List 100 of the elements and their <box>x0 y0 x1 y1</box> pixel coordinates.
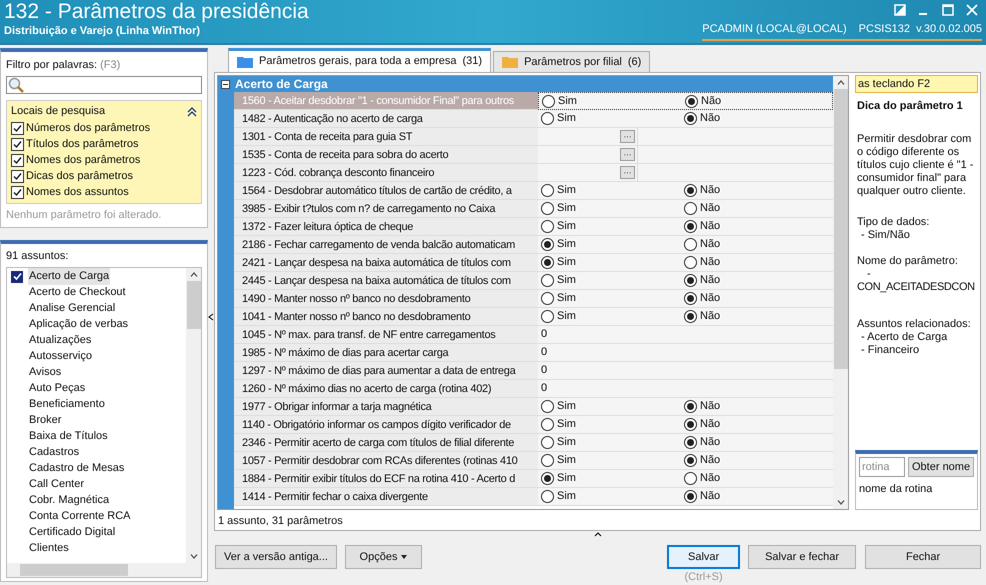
scrollbar-thumb[interactable] <box>834 89 848 369</box>
subject-item[interactable]: Cadastro de Mesas <box>28 460 126 477</box>
parameter-label[interactable]: 2186 - Fechar carregamento de venda balcão automaticam <box>234 236 538 254</box>
radio-button[interactable] <box>684 238 697 251</box>
maximize-icon[interactable] <box>942 4 954 16</box>
radio-button[interactable] <box>684 400 697 413</box>
parameter-label[interactable]: 1260 - Nº máximo dias no acerto de carga (rotina 402) <box>234 380 538 398</box>
lookup-button[interactable]: ··· <box>620 130 635 143</box>
subject-item[interactable]: Acerto de Carga <box>28 268 110 285</box>
parameter-label[interactable]: 1490 - Manter nosso nº banco no desdobramento <box>234 290 538 308</box>
vertical-scrollbar[interactable] <box>186 268 201 563</box>
tab[interactable]: Parâmetros gerais, para toda a empresa (31) <box>228 48 492 72</box>
radio-button[interactable] <box>684 256 697 269</box>
subject-item[interactable]: Cadastros <box>28 444 80 461</box>
subject-item[interactable]: Baixa de Títulos <box>28 428 109 445</box>
parameter-label[interactable]: 1482 - Autenticação no acerto de carga <box>234 110 538 128</box>
radio-button[interactable] <box>541 400 554 413</box>
checkbox[interactable] <box>11 154 24 167</box>
parameter-label[interactable]: 1041 - Manter nosso nº banco no desdobramento <box>234 308 538 326</box>
radio-button[interactable] <box>541 256 554 269</box>
subject-item[interactable]: Auto Peças <box>28 380 86 397</box>
radio-button[interactable] <box>684 220 697 233</box>
parameter-label[interactable]: 1045 - Nº max. para transf. de NF entre carregamentos <box>234 326 538 344</box>
scroll-up-icon[interactable] <box>836 80 844 85</box>
radio-button[interactable] <box>685 94 698 108</box>
filter-field[interactable] <box>6 76 202 94</box>
parameter-label[interactable]: 1140 - Obrigatório informar os campos dígito verificador de <box>234 416 538 434</box>
checkbox[interactable] <box>11 122 24 135</box>
radio-button[interactable] <box>541 418 554 431</box>
parameter-label[interactable]: 1223 - Cód. cobrança desconto financeiro <box>234 164 538 182</box>
get-name-button[interactable]: Obter nome <box>908 457 974 477</box>
restore-icon[interactable] <box>894 4 906 16</box>
radio-button[interactable] <box>684 184 697 197</box>
parameter-label[interactable]: 1414 - Permitir fechar o caixa divergente <box>234 488 538 506</box>
parameter-label[interactable]: 1372 - Fazer leitura óptica de cheque <box>234 218 538 236</box>
radio-button[interactable] <box>684 274 697 287</box>
radio-button[interactable] <box>684 490 697 503</box>
radio-button[interactable] <box>541 112 554 125</box>
parameter-label[interactable]: 2445 - Lançar despesa na baixa automática de títulos com <box>234 272 538 290</box>
close-icon[interactable] <box>966 4 978 16</box>
save-button[interactable]: Salvar <box>667 545 740 569</box>
subject-item[interactable]: Beneficiamento <box>28 396 106 413</box>
radio-button[interactable] <box>541 472 554 485</box>
parameter-label[interactable]: 1564 - Desdobrar automático títulos de cartão de crédito, a <box>234 182 538 200</box>
lookup-button[interactable]: ··· <box>620 148 635 161</box>
scroll-up-icon[interactable] <box>190 272 198 276</box>
collapse-icon[interactable] <box>187 106 197 116</box>
radio-button[interactable] <box>541 202 554 215</box>
radio-button[interactable] <box>542 94 555 108</box>
radio-button[interactable] <box>541 490 554 503</box>
collapse-left-icon[interactable] <box>208 312 214 320</box>
old-version-button[interactable]: Ver a versão antiga... <box>215 545 337 569</box>
tab[interactable]: Parâmetros por filial (6) <box>493 51 650 72</box>
radio-button[interactable] <box>684 202 697 215</box>
subject-item[interactable]: Certificado Digital <box>28 524 116 541</box>
subject-checkbox[interactable] <box>11 270 23 282</box>
subject-item[interactable]: Broker <box>28 412 62 429</box>
close-button[interactable]: Fechar <box>865 545 982 569</box>
radio-button[interactable] <box>541 292 554 305</box>
radio-button[interactable] <box>541 454 554 467</box>
parameter-label[interactable]: 2346 - Permitir acerto de carga com títulos de filial diferente <box>234 434 538 452</box>
radio-button[interactable] <box>541 238 554 251</box>
radio-button[interactable] <box>684 292 697 305</box>
radio-button[interactable] <box>541 274 554 287</box>
subject-item[interactable]: Clientes <box>28 540 70 557</box>
options-button[interactable]: Opções <box>345 545 422 569</box>
radio-button[interactable] <box>541 184 554 197</box>
subject-item[interactable]: Acerto de Checkout <box>28 284 127 301</box>
parameter-label[interactable]: 1977 - Obrigar informar a tarja magnética <box>234 398 538 416</box>
expand-up-icon[interactable] <box>594 531 602 537</box>
parameter-label[interactable]: 3985 - Exibir t?tulos com n? de carregamento no Caixa <box>234 200 538 218</box>
subject-item[interactable]: Analise Gerencial <box>28 300 116 317</box>
checkbox[interactable] <box>11 138 24 151</box>
scroll-down-icon[interactable] <box>836 500 844 505</box>
parameter-label[interactable]: 2421 - Lançar despesa na baixa automática de títulos com <box>234 254 538 272</box>
radio-button[interactable] <box>684 310 697 323</box>
radio-button[interactable] <box>684 454 697 467</box>
scrollbar-thumb[interactable] <box>20 564 128 576</box>
radio-button[interactable] <box>684 436 697 449</box>
parameter-label[interactable]: 1301 - Conta de receita para guia ST <box>234 128 538 146</box>
parameter-label[interactable]: 1985 - Nº máximo de dias para acertar carga <box>234 344 538 362</box>
expand-toggle[interactable] <box>221 80 230 88</box>
checkbox[interactable] <box>11 186 24 199</box>
radio-button[interactable] <box>541 436 554 449</box>
radio-button[interactable] <box>541 310 554 323</box>
checkbox[interactable] <box>11 170 24 183</box>
subject-item[interactable]: Cobr. Magnética <box>28 492 110 509</box>
parameter-label[interactable]: 1297 - Nº máximo de dias para aumentar a data de entrega <box>234 362 538 380</box>
parameter-label[interactable]: 1884 - Permitir exibir títulos do ECF na rotina 410 - Acerto d <box>234 470 538 488</box>
horizontal-scrollbar[interactable] <box>7 563 201 577</box>
subject-item[interactable]: Call Center <box>28 476 86 493</box>
radio-button[interactable] <box>684 112 697 125</box>
parameter-label[interactable]: 1057 - Permitir desdobrar com RCAs diferentes (rotinas 410 <box>234 452 538 470</box>
scroll-down-icon[interactable] <box>190 554 198 559</box>
subject-item[interactable]: Avisos <box>28 364 62 381</box>
subject-item[interactable]: Aplicação de verbas <box>28 316 130 333</box>
scrollbar-thumb[interactable] <box>186 280 200 328</box>
radio-button[interactable] <box>541 220 554 233</box>
save-close-button[interactable]: Salvar e fechar <box>748 545 856 569</box>
parameter-label[interactable]: 1535 - Conta de receita para sobra do acerto <box>234 146 538 164</box>
